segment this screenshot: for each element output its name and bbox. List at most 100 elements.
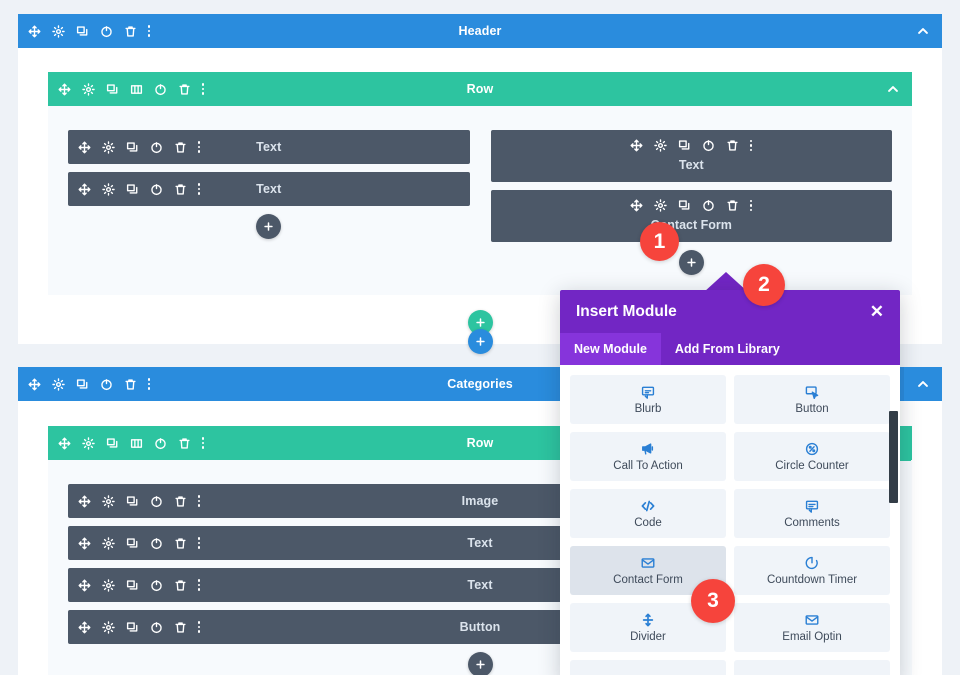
trash-icon[interactable] (174, 495, 187, 508)
gear-icon[interactable] (52, 24, 65, 38)
module-tile-email-optin[interactable]: Email Optin (734, 603, 890, 652)
more-options-icon[interactable] (198, 141, 201, 153)
power-icon[interactable] (150, 579, 163, 592)
gear-icon[interactable] (52, 377, 65, 391)
duplicate-icon[interactable] (76, 378, 89, 391)
row-header-bar[interactable]: Row (48, 72, 912, 106)
power-icon[interactable] (150, 537, 163, 550)
duplicate-icon[interactable] (126, 621, 139, 634)
trash-icon[interactable] (174, 579, 187, 592)
power-icon[interactable] (154, 437, 167, 450)
gear-icon[interactable] (654, 199, 667, 212)
more-options-icon[interactable] (198, 579, 201, 591)
module-tile-partial-right[interactable] (734, 660, 890, 675)
module-text-1[interactable]: Text (68, 130, 470, 164)
chevron-up-icon[interactable] (874, 72, 912, 106)
module-tile-code[interactable]: Code (570, 489, 726, 538)
power-icon[interactable] (150, 183, 163, 196)
columns-icon[interactable] (130, 437, 143, 450)
add-section-button[interactable] (467, 329, 493, 354)
gear-icon[interactable] (102, 182, 115, 196)
move-icon[interactable] (630, 139, 643, 152)
move-icon[interactable] (78, 621, 91, 634)
duplicate-icon[interactable] (126, 183, 139, 196)
add-module-button[interactable] (467, 652, 493, 675)
modal-scrollbar-thumb[interactable] (889, 411, 898, 503)
duplicate-icon[interactable] (126, 141, 139, 154)
module-tile-call-to-action[interactable]: Call To Action (570, 432, 726, 481)
chevron-up-icon[interactable] (904, 367, 942, 401)
more-options-icon[interactable] (202, 83, 205, 95)
more-options-icon[interactable] (198, 183, 201, 195)
module-tile-comments[interactable]: Comments (734, 489, 890, 538)
tab-new-module[interactable]: New Module (560, 333, 661, 365)
duplicate-icon[interactable] (678, 199, 691, 212)
duplicate-icon[interactable] (126, 579, 139, 592)
gear-icon[interactable] (102, 494, 115, 508)
more-options-icon[interactable] (198, 621, 201, 633)
power-icon[interactable] (150, 495, 163, 508)
move-icon[interactable] (58, 83, 71, 96)
trash-icon[interactable] (178, 83, 191, 96)
power-icon[interactable] (154, 83, 167, 96)
gear-icon[interactable] (102, 620, 115, 634)
gear-icon[interactable] (102, 578, 115, 592)
duplicate-icon[interactable] (126, 495, 139, 508)
more-options-icon[interactable] (202, 437, 205, 449)
more-options-icon[interactable] (750, 199, 753, 212)
move-icon[interactable] (58, 437, 71, 450)
trash-icon[interactable] (726, 199, 739, 212)
trash-icon[interactable] (726, 139, 739, 152)
gear-icon[interactable] (654, 139, 667, 152)
move-icon[interactable] (78, 183, 91, 196)
move-icon[interactable] (630, 199, 643, 212)
more-options-icon[interactable] (198, 537, 201, 549)
trash-icon[interactable] (174, 537, 187, 550)
chevron-up-icon[interactable] (904, 14, 942, 48)
move-icon[interactable] (78, 495, 91, 508)
move-icon[interactable] (28, 378, 41, 391)
module-tile-button[interactable]: Button (734, 375, 890, 424)
trash-icon[interactable] (124, 378, 137, 391)
duplicate-icon[interactable] (106, 83, 119, 96)
module-tile-countdown-timer[interactable]: Countdown Timer (734, 546, 890, 595)
add-module-button[interactable] (678, 250, 704, 275)
module-tile-blurb[interactable]: Blurb (570, 375, 726, 424)
power-icon[interactable] (150, 141, 163, 154)
module-list[interactable]: Blurb Button Call To Action Circle Count… (560, 365, 900, 675)
module-text-3[interactable]: Text (490, 130, 892, 182)
more-options-icon[interactable] (198, 495, 201, 507)
close-icon[interactable]: ✕ (870, 303, 884, 320)
power-icon[interactable] (702, 139, 715, 152)
move-icon[interactable] (78, 579, 91, 592)
move-icon[interactable] (78, 537, 91, 550)
trash-icon[interactable] (174, 621, 187, 634)
trash-icon[interactable] (124, 25, 137, 38)
duplicate-icon[interactable] (106, 437, 119, 450)
add-module-button[interactable] (256, 214, 282, 239)
gear-icon[interactable] (102, 536, 115, 550)
power-icon[interactable] (100, 25, 113, 38)
module-tile-partial-left[interactable] (570, 660, 726, 675)
duplicate-icon[interactable] (126, 537, 139, 550)
move-icon[interactable] (28, 25, 41, 38)
module-tile-circle-counter[interactable]: Circle Counter (734, 432, 890, 481)
gear-icon[interactable] (82, 436, 95, 450)
trash-icon[interactable] (178, 437, 191, 450)
module-text-2[interactable]: Text (68, 172, 470, 206)
more-options-icon[interactable] (750, 139, 753, 152)
trash-icon[interactable] (174, 183, 187, 196)
more-options-icon[interactable] (148, 378, 151, 390)
gear-icon[interactable] (102, 140, 115, 154)
gear-icon[interactable] (82, 82, 95, 96)
power-icon[interactable] (100, 378, 113, 391)
power-icon[interactable] (150, 621, 163, 634)
tab-add-from-library[interactable]: Add From Library (661, 333, 794, 365)
duplicate-icon[interactable] (76, 25, 89, 38)
more-options-icon[interactable] (148, 25, 151, 37)
columns-icon[interactable] (130, 83, 143, 96)
module-contact-form[interactable]: Contact Form (490, 190, 892, 242)
trash-icon[interactable] (174, 141, 187, 154)
duplicate-icon[interactable] (678, 139, 691, 152)
section-header-bar[interactable]: Header (18, 14, 942, 48)
